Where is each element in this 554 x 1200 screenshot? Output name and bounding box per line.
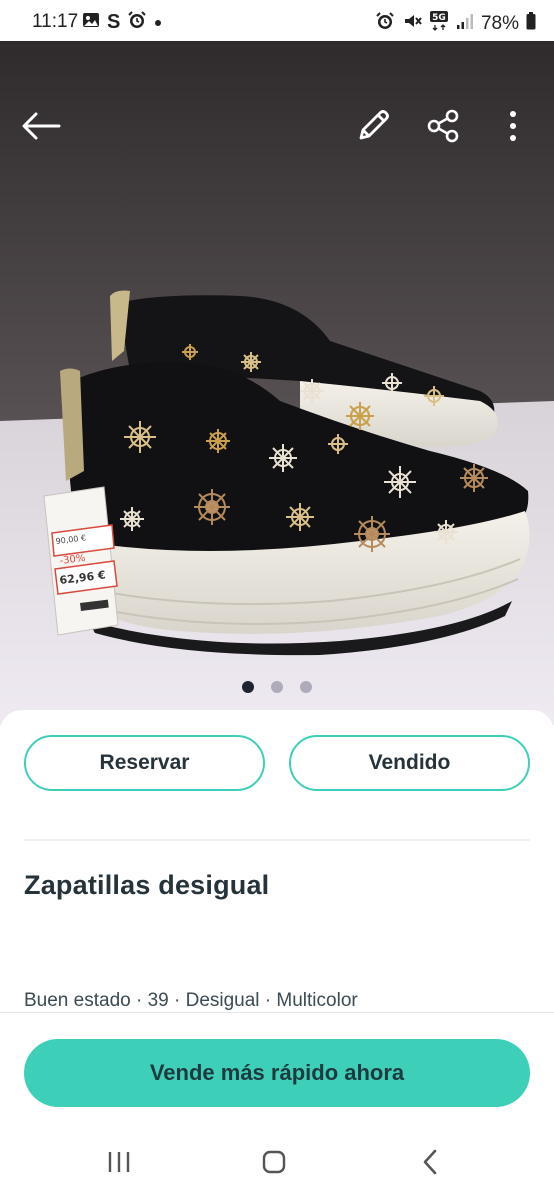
chevron-left-icon [420,1149,440,1180]
system-nav-bar [0,1130,554,1200]
more-options-button[interactable] [494,105,532,151]
status-left-icons: S [82,10,162,35]
back-arrow-icon [21,111,61,146]
s-app-icon: S [107,11,121,33]
edit-button[interactable] [350,105,396,151]
share-button[interactable] [420,105,466,151]
dot-icon [154,14,162,32]
product-photo[interactable]: 90,00 € -30% 62,96 € [0,41,554,725]
recents-icon [106,1150,132,1179]
sold-button[interactable]: Vendido [289,735,530,791]
home-button[interactable] [244,1144,304,1184]
home-icon [261,1149,287,1180]
image-icon [82,12,100,33]
more-vert-icon [509,110,517,147]
battery-level: 78% [480,12,519,34]
carousel-dot-3[interactable] [300,681,312,693]
status-bar: 11:17 S 5G 78% [0,0,554,44]
alarm-icon [375,11,395,36]
signal-icon [456,12,474,35]
divider [24,839,530,841]
sell-faster-button[interactable]: Vende más rápido ahora [24,1039,530,1107]
alarm-icon [127,10,147,35]
recents-button[interactable] [89,1144,149,1184]
5g-icon: 5G [429,10,449,37]
sneaker-photo-illustration: 90,00 € -30% 62,96 € [0,41,554,725]
carousel-dot-1[interactable] [242,681,254,693]
pencil-icon [354,107,392,150]
system-back-button[interactable] [400,1144,460,1184]
battery-icon [526,12,536,35]
carousel-indicator [0,681,554,693]
back-button[interactable] [14,103,68,153]
reserve-button[interactable]: Reservar [24,735,265,791]
listing-title: Zapatillas desigual [24,870,270,900]
mute-icon [402,11,422,36]
status-right-icons: 5G 78% [375,10,536,37]
carousel-dot-2[interactable] [271,681,283,693]
status-time: 11:17 [32,11,79,32]
share-icon [425,108,461,149]
svg-text:5G: 5G [432,13,446,23]
listing-details: Buen estado · 39 · Desigual · Multicolor [24,990,358,1011]
